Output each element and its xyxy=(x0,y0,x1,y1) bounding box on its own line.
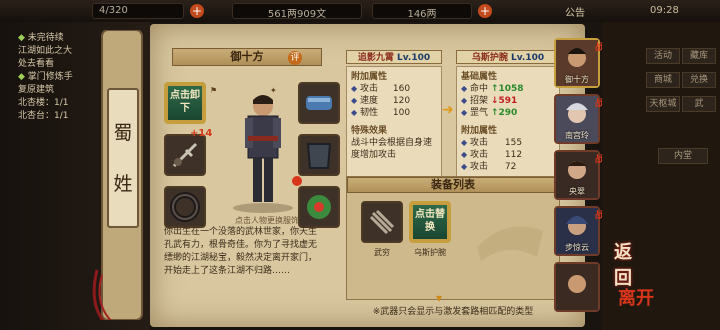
hero-roster: 御十方 战 南宫玲 战 央翠 战 步惊云 战 xyxy=(552,38,604,330)
menu-button[interactable]: 兑换 xyxy=(682,72,716,88)
quest-item: 北杏楼：1/1 xyxy=(18,98,69,108)
weapon-footnote: ※武器只会显示与激发套路相匹配的类型 xyxy=(372,307,534,317)
notice-button[interactable]: 公告 xyxy=(540,4,610,19)
exit-button[interactable]: 离开 xyxy=(618,284,654,310)
plus-level: +14 xyxy=(190,128,213,139)
equip-slot-bracer[interactable] xyxy=(164,186,206,228)
add-gold-button[interactable]: + xyxy=(478,4,492,18)
cape-icon: ✦ xyxy=(270,86,277,95)
hero-portrait xyxy=(556,264,598,310)
equip-slot-weapon[interactable] xyxy=(298,82,340,124)
hero-name: 御十方 xyxy=(565,75,589,84)
character-figure[interactable] xyxy=(218,86,308,216)
menu-button[interactable]: 活动 xyxy=(646,48,680,64)
attr-header: 附加属性 xyxy=(461,126,498,136)
add-energy-button[interactable]: + xyxy=(190,4,204,18)
tier-icon: ⚑ xyxy=(210,86,218,95)
menu-button[interactable]: 天枢城 xyxy=(646,96,680,112)
quest-list: ◆ 未完待续 江湖如此之大 处去看看 ◆ 掌门修炼手 复原建筑 北杏楼：1/1 … xyxy=(18,32,98,123)
equip-list-item[interactable] xyxy=(361,201,403,243)
stat-row: ◆ 命中 ↑1058 xyxy=(461,84,524,94)
resource-gold: 146两 xyxy=(372,3,472,20)
back-button[interactable]: 返回 xyxy=(614,238,632,290)
bracer-icon xyxy=(170,192,200,222)
quest-item: 复原建筑 xyxy=(18,85,55,95)
swap-button[interactable]: 点击替换 xyxy=(411,203,449,241)
inner-hall-button[interactable]: 内堂 xyxy=(658,148,708,164)
equip-list-item-selected[interactable]: 点击替换 xyxy=(409,201,451,243)
equip-item-label: 乌斯护腕 xyxy=(414,248,446,257)
clock: 09:28 xyxy=(650,5,679,16)
compare-arrow-icon: ➜ xyxy=(442,102,454,118)
base-header: 基础属性 xyxy=(461,72,498,82)
current-weapon-stats: 附加属性 ◆ 攻击 160 ◆ 速度 120 ◆ 韧性 100 特殊效果 战斗中… xyxy=(346,66,442,186)
hero-card[interactable]: 御十方 战 xyxy=(554,38,604,88)
faction-char-1: 蜀 xyxy=(113,122,133,144)
stat-row: ◆ 攻击 160 xyxy=(351,84,411,94)
stat-row: ◆ 攻击 155 xyxy=(461,138,523,148)
hero-card[interactable]: 央翠 战 xyxy=(554,150,604,200)
right-menu: 活动 藏库 商城 兑换 天枢城 武 内堂 返回 离开 xyxy=(602,22,720,330)
character-bio: 你出生在一个没落的武林世家，你天生孔武有力，根骨奇佳。你为了寻找虚无缥缈的江湖秘… xyxy=(164,227,318,276)
new-badge-dot xyxy=(292,176,302,186)
resource-energy: 4/320 xyxy=(92,3,184,19)
rank-badge: 评 xyxy=(288,51,302,65)
equip-item-label: 武穷 xyxy=(374,248,390,257)
equipment-list-panel: 装备列表 武穷 点击替换 乌斯护腕 xyxy=(346,176,560,300)
current-weapon-title: 追影九霄 Lv.100 xyxy=(346,50,442,64)
stat-row: ◆ 招架 ↓591 xyxy=(461,96,518,106)
quest-item: 江湖如此之大 xyxy=(18,46,73,56)
menu-button[interactable]: 藏库 xyxy=(682,48,716,64)
hero-card[interactable]: 步惊云 战 xyxy=(554,206,604,256)
equip-slot-armor[interactable] xyxy=(298,134,340,176)
equipment-list-title: 装备列表 xyxy=(347,177,559,193)
equip-slot-ring[interactable] xyxy=(164,134,206,176)
menu-button[interactable]: 武 xyxy=(682,96,716,112)
menu-button[interactable]: 商城 xyxy=(646,72,680,88)
compare-weapon-stats: 基础属性 ◆ 命中 ↑1058 ◆ 招架 ↓591 ◆ 罡气 ↑290 附加属性… xyxy=(456,66,560,186)
stat-row: ◆ 攻击 72 xyxy=(461,162,517,172)
stat-row: ◆ 韧性 100 xyxy=(351,108,411,118)
scroll-watermark-icon xyxy=(477,226,543,261)
hero-card[interactable] xyxy=(554,262,600,312)
equip-slot-accessory[interactable] xyxy=(298,186,340,228)
equipment-scroll-panel: 御十方 评 点击卸下 ⚑ +14 点击人物更换服饰 ✦ 你出生在一个没落的武林世… xyxy=(150,24,585,327)
quest-item[interactable]: ◆ 掌门修炼手 xyxy=(18,71,98,84)
special-text: 战斗中会根据自身速度增加攻击 xyxy=(351,138,433,160)
faction-char-2: 姓 xyxy=(113,173,133,195)
hero-name: 央翠 xyxy=(569,187,585,196)
armor-icon xyxy=(306,143,332,169)
quest-item[interactable]: ◆ 未完待续 xyxy=(18,32,98,45)
quest-item: 处去看看 xyxy=(18,59,55,69)
hero-card[interactable]: 南宫玲 战 xyxy=(554,94,604,144)
jade-icon xyxy=(307,195,331,219)
top-status-bar: 4/320 + 561两909文 146两 + 公告 09:28 xyxy=(0,0,720,22)
hero-name: 南宫玲 xyxy=(565,131,589,140)
attr-header: 附加属性 xyxy=(351,72,388,82)
stat-row: ◆ 攻击 112 xyxy=(461,150,523,160)
compare-weapon-title: 乌斯护腕 Lv.100 xyxy=(456,50,560,64)
quest-item: 北杏台：1/1 xyxy=(18,111,69,121)
unequip-slot[interactable]: 点击卸下 xyxy=(164,82,206,124)
scroll-down-icon[interactable]: ▼ xyxy=(436,294,446,303)
resource-silver: 561两909文 xyxy=(232,3,362,20)
stat-row: ◆ 速度 120 xyxy=(351,96,411,106)
faction-tag: 蜀 姓 xyxy=(107,88,139,228)
stat-row: ◆ 罡气 ↑290 xyxy=(461,108,518,118)
hero-name: 步惊云 xyxy=(565,243,589,252)
claw-icon xyxy=(369,209,395,235)
special-header: 特殊效果 xyxy=(351,126,388,136)
unequip-button[interactable]: 点击卸下 xyxy=(166,84,204,122)
dart-icon xyxy=(172,142,198,168)
glove-icon xyxy=(306,96,332,110)
